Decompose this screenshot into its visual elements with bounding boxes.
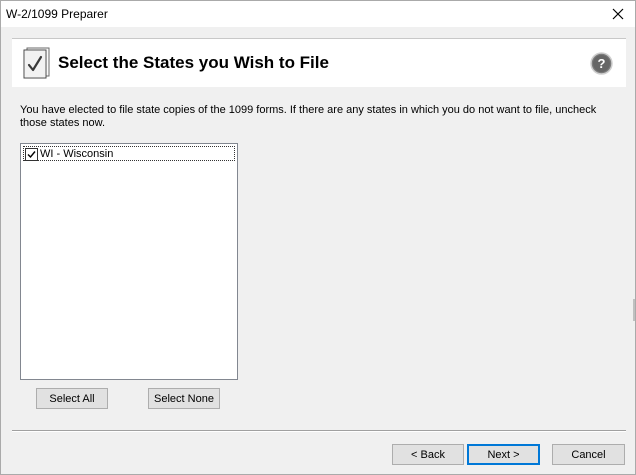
title-bar: W-2/1099 Preparer — [1, 1, 635, 27]
page-title: Select the States you Wish to File — [58, 53, 329, 72]
next-button[interactable]: Next > — [467, 444, 540, 465]
window-edge-grip — [633, 299, 635, 321]
checkmark-icon — [27, 151, 36, 159]
instructions-text: You have elected to file state copies of… — [20, 104, 597, 129]
dialog-window: W-2/1099 Preparer Select the States you … — [0, 0, 636, 475]
state-checkbox[interactable] — [25, 148, 38, 161]
header-band: Select the States you Wish to File ? — [12, 38, 626, 87]
close-button[interactable] — [601, 1, 635, 27]
close-icon — [612, 8, 624, 20]
list-item[interactable]: WI - Wisconsin — [23, 146, 235, 161]
state-label: WI - Wisconsin — [40, 148, 114, 160]
states-listbox[interactable]: WI - Wisconsin — [20, 143, 238, 380]
select-none-button[interactable]: Select None — [148, 388, 220, 409]
help-button[interactable]: ? — [590, 52, 613, 75]
help-icon: ? — [590, 52, 613, 75]
select-all-button[interactable]: Select All — [36, 388, 108, 409]
back-button[interactable]: < Back — [392, 444, 464, 465]
footer-separator — [12, 430, 626, 432]
window-title: W-2/1099 Preparer — [6, 7, 108, 21]
checklist-icon — [23, 47, 51, 79]
svg-text:?: ? — [598, 56, 606, 71]
cancel-button[interactable]: Cancel — [552, 444, 625, 465]
